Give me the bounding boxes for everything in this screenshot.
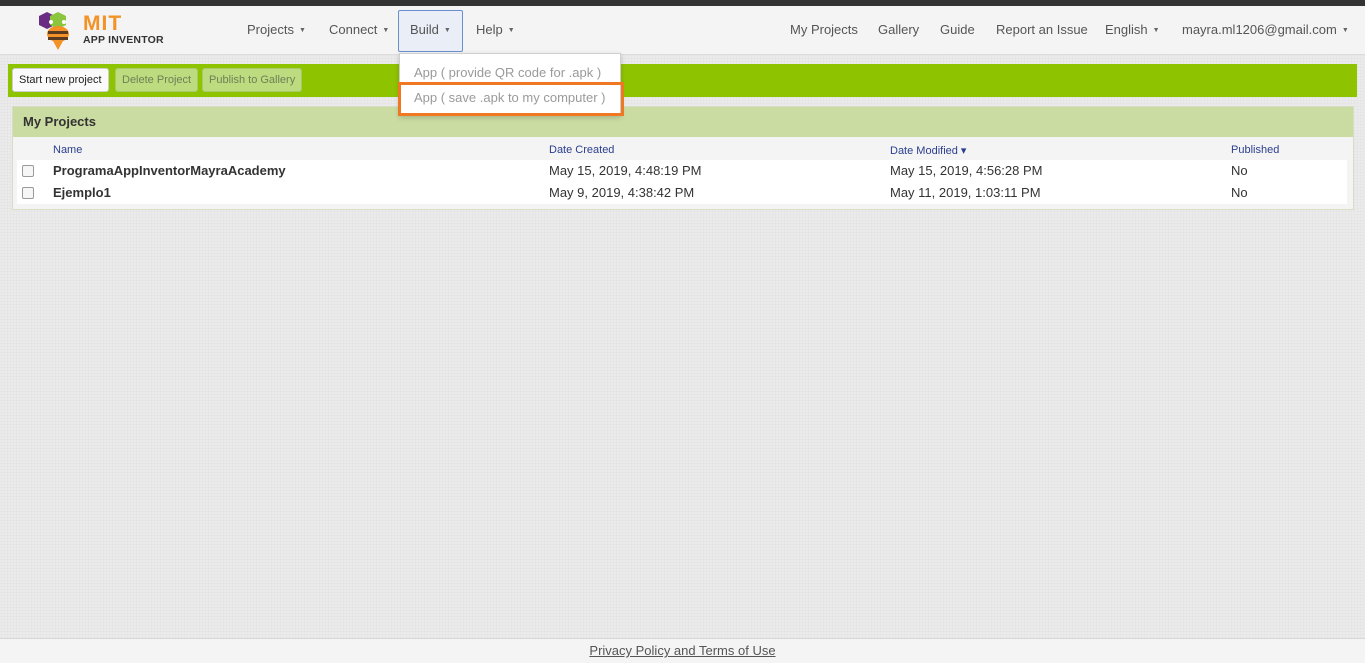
caret-down-icon: ▼ (382, 27, 390, 35)
project-name[interactable]: Ejemplo1 (53, 185, 111, 200)
start-new-project-button[interactable]: Start new project (12, 68, 109, 92)
published-status: No (1231, 185, 1248, 200)
nav-build-menu[interactable]: Build ▼ (398, 10, 463, 52)
caret-down-icon: ▼ (1152, 27, 1160, 35)
nav-help-label: Help (476, 22, 503, 37)
header-bar: MIT APP INVENTOR Projects ▼ Connect ▼ Buil… (0, 6, 1365, 55)
app-inventor-logo[interactable]: MIT APP INVENTOR (36, 10, 166, 50)
publish-to-gallery-button[interactable]: Publish to Gallery (202, 68, 303, 92)
row-checkbox[interactable] (22, 165, 34, 177)
nav-guide-link[interactable]: Guide (940, 6, 975, 55)
language-selector[interactable]: English ▼ (1105, 6, 1160, 55)
row-checkbox[interactable] (22, 187, 34, 199)
my-projects-panel: My Projects Name Date Created Date Modif… (12, 106, 1354, 210)
column-header-date-created[interactable]: Date Created (549, 144, 614, 156)
nav-projects-label: Projects (247, 22, 294, 37)
language-label: English (1105, 22, 1148, 37)
column-header-name[interactable]: Name (53, 144, 82, 156)
table-row[interactable]: ProgramaAppInventorMayraAcademy May 15, … (17, 160, 1347, 182)
nav-projects-menu[interactable]: Projects ▼ (247, 6, 306, 55)
nav-connect-label: Connect (329, 22, 378, 37)
date-created: May 9, 2019, 4:38:42 PM (549, 185, 695, 200)
column-header-published[interactable]: Published (1231, 144, 1279, 156)
nav-help-menu[interactable]: Help ▼ (476, 6, 515, 55)
footer: Privacy Policy and Terms of Use (0, 638, 1365, 663)
nav-connect-menu[interactable]: Connect ▼ (329, 6, 389, 55)
project-toolbar: Start new project Delete Project Publish… (8, 64, 1357, 97)
published-status: No (1231, 163, 1248, 178)
brand-title: MIT (83, 12, 123, 35)
column-header-date-modified[interactable]: Date Modified ▾ (890, 144, 966, 157)
project-name[interactable]: ProgramaAppInventorMayraAcademy (53, 163, 286, 178)
caret-down-icon: ▼ (507, 27, 515, 35)
delete-project-button[interactable]: Delete Project (115, 68, 199, 92)
brand-subtitle: APP INVENTOR (83, 34, 164, 46)
nav-gallery-link[interactable]: Gallery (878, 6, 919, 55)
highlight-box (398, 82, 624, 116)
account-menu[interactable]: mayra.ml1206@gmail.com ▼ (1182, 6, 1349, 55)
nav-my-projects-link[interactable]: My Projects (790, 6, 858, 55)
bee-logo-icon (39, 12, 69, 50)
nav-build-label: Build (410, 22, 439, 37)
privacy-policy-link[interactable]: Privacy Policy and Terms of Use (589, 643, 775, 658)
date-modified: May 11, 2019, 1:03:11 PM (890, 185, 1041, 200)
caret-down-icon: ▼ (1341, 27, 1349, 35)
nav-report-issue-link[interactable]: Report an Issue (996, 6, 1088, 55)
build-menu-item-qr-code[interactable]: App ( provide QR code for .apk ) (414, 65, 601, 80)
date-modified: May 15, 2019, 4:56:28 PM (890, 163, 1043, 178)
caret-down-icon: ▼ (298, 27, 306, 35)
account-email: mayra.ml1206@gmail.com (1182, 22, 1337, 37)
caret-down-icon: ▼ (443, 26, 451, 34)
date-created: May 15, 2019, 4:48:19 PM (549, 163, 702, 178)
table-row[interactable]: Ejemplo1 May 9, 2019, 4:38:42 PM May 11,… (17, 182, 1347, 204)
panel-title: My Projects (13, 107, 1353, 137)
